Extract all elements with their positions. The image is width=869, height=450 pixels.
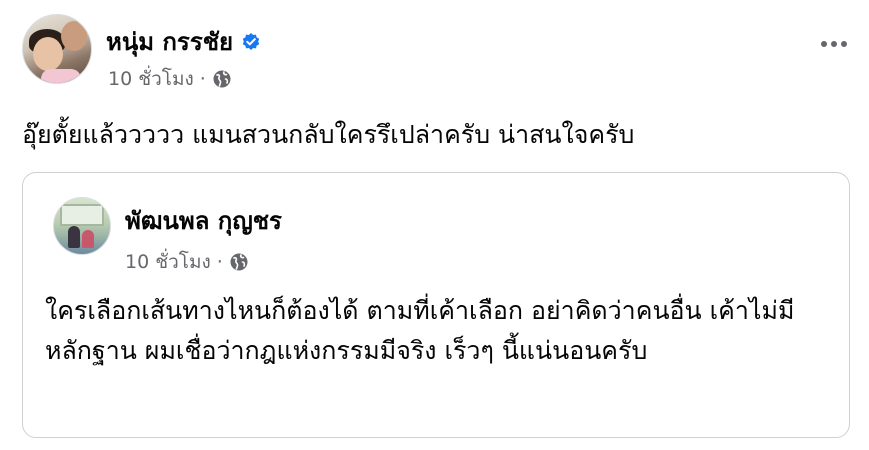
- meta-separator: ·: [199, 68, 206, 90]
- author-name[interactable]: หนุ่ม กรรชัย: [106, 22, 233, 61]
- shared-post-meta: 10 ชั่วโมง ·: [125, 247, 249, 277]
- shared-post-text: ใครเลือกเส้นทางไหนก็ต้องได้ ตามที่เค้าเล…: [45, 296, 795, 365]
- globe-icon[interactable]: [229, 252, 249, 272]
- meta-separator: ·: [216, 251, 223, 273]
- author-avatar[interactable]: [22, 14, 92, 84]
- shared-post-timestamp[interactable]: 10 ชั่วโมง: [125, 247, 211, 277]
- post-header: หนุ่ม กรรชัย 10 ชั่วโมง ·: [22, 14, 852, 90]
- post-meta: 10 ชั่วโมง ·: [108, 64, 232, 94]
- author-name-row: หนุ่ม กรรชัย: [106, 22, 261, 61]
- post-text: อุ๊ยตั้ยแล้ววววว แมนสวนกลับใครรึเปล่าครั…: [22, 120, 635, 149]
- more-options-icon[interactable]: [816, 32, 852, 56]
- globe-icon[interactable]: [212, 69, 232, 89]
- shared-author-avatar[interactable]: [53, 197, 111, 255]
- verified-badge-icon: [241, 32, 261, 52]
- shared-post-card[interactable]: พัฒนพล กุญชร 10 ชั่วโมง · ใครเลือกเส้นทา…: [22, 172, 850, 438]
- shared-author-name[interactable]: พัฒนพล กุญชร: [125, 201, 282, 240]
- post-timestamp[interactable]: 10 ชั่วโมง: [108, 64, 194, 94]
